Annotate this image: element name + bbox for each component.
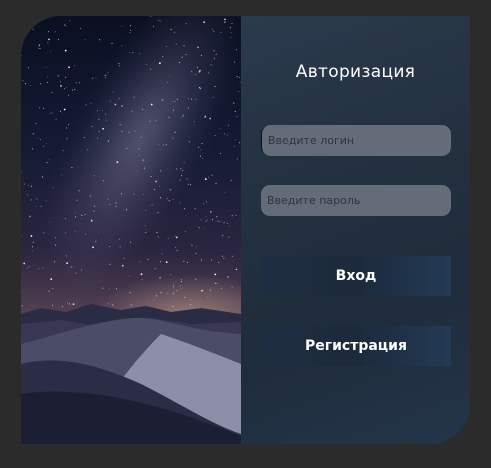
password-input[interactable] (261, 185, 451, 216)
login-input[interactable] (261, 125, 451, 156)
night-sky-desert-image (21, 16, 241, 444)
auth-window: Авторизация Вход Регистрация (21, 16, 470, 444)
auth-form-panel: Авторизация Вход Регистрация (241, 16, 470, 444)
login-button[interactable]: Вход (261, 256, 451, 296)
auth-title: Авторизация (295, 62, 416, 82)
register-button[interactable]: Регистрация (261, 326, 451, 366)
desert-dunes (21, 304, 241, 444)
